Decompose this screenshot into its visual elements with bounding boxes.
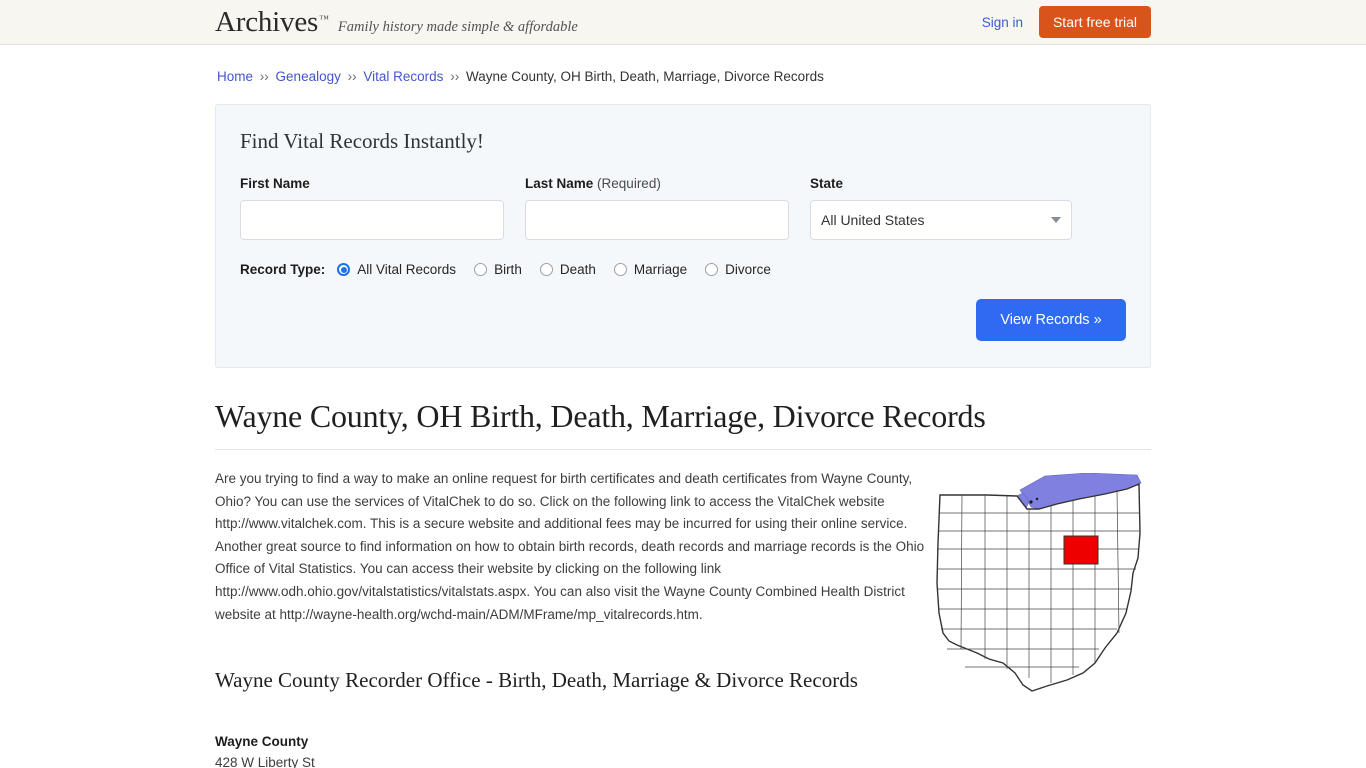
search-fields-row: First Name Last Name (Required) State Al… — [240, 176, 1126, 240]
intro-paragraph: Are you trying to find a way to make an … — [215, 471, 925, 622]
last-name-label-text: Last Name — [525, 176, 594, 191]
radio-label-all-vital-records: All Vital Records — [357, 262, 457, 277]
breadcrumb-separator: ›› — [347, 69, 357, 84]
header-actions: Sign in Start free trial — [982, 6, 1151, 38]
breadcrumb-separator: ›› — [259, 69, 269, 84]
radio-all-vital-records[interactable]: All Vital Records — [337, 262, 456, 277]
sign-in-link[interactable]: Sign in — [982, 15, 1023, 30]
radio-marriage[interactable]: Marriage — [613, 262, 688, 277]
radio-icon-all-vital-records — [337, 263, 351, 276]
radio-icon-divorce — [705, 263, 719, 276]
last-name-input[interactable] — [525, 200, 789, 240]
address-county-name: Wayne County — [215, 734, 309, 750]
brand-tagline: Family history made simple & affordable — [337, 18, 578, 35]
first-name-label: First Name — [240, 176, 310, 191]
lake-island — [1029, 500, 1033, 504]
content-area: Are you trying to find a way to make an … — [215, 468, 1151, 692]
state-select-value: All United States — [821, 212, 925, 228]
state-label: State — [810, 176, 844, 191]
site-logo[interactable]: Archives ™ Family history made simple & a… — [215, 5, 578, 38]
ohio-county-map — [936, 473, 1142, 692]
radio-label-death: Death — [559, 262, 596, 277]
radio-icon-marriage — [613, 263, 627, 276]
vital-records-search-panel: Find Vital Records Instantly! First Name… — [215, 104, 1151, 368]
breadcrumb-item-genealogy[interactable]: Genealogy — [276, 69, 341, 84]
record-type-label: Record Type: — [240, 262, 326, 277]
start-free-trial-button[interactable]: Start free trial — [1038, 6, 1151, 38]
breadcrumb: Home ›› Genealogy ›› Vital Records ›› Wa… — [215, 63, 1151, 84]
recorder-office-address: Wayne County 428 W Liberty St Wooster, O… — [215, 731, 1151, 768]
radio-birth[interactable]: Birth — [474, 262, 522, 277]
breadcrumb-separator: ›› — [450, 69, 460, 84]
breadcrumb-item-vital-records[interactable]: Vital Records — [363, 69, 443, 84]
page-title: Wayne County, OH Birth, Death, Marriage,… — [215, 398, 986, 434]
site-header: Archives ™ Family history made simple & a… — [0, 0, 1366, 45]
record-type-row: Record Type: All Vital Records Birth Dea… — [240, 262, 1126, 277]
submit-row: View Records » — [240, 299, 1126, 341]
radio-label-marriage: Marriage — [633, 262, 688, 277]
lake-island — [1035, 497, 1039, 501]
state-select[interactable]: All United States — [810, 200, 1072, 240]
trademark-icon: ™ — [319, 13, 329, 25]
state-field-group: State All United States — [810, 176, 1072, 240]
first-name-field-group: First Name — [240, 176, 504, 240]
last-name-field-group: Last Name (Required) — [525, 176, 789, 240]
radio-label-divorce: Divorce — [725, 262, 771, 277]
title-divider — [215, 449, 1151, 450]
breadcrumb-item-current: Wayne County, OH Birth, Death, Marriage,… — [465, 69, 824, 84]
brand-name: Archives — [215, 5, 319, 38]
last-name-label: Last Name (Required) — [525, 176, 789, 191]
radio-death[interactable]: Death — [539, 262, 596, 277]
first-name-input[interactable] — [240, 200, 504, 240]
radio-label-birth: Birth — [494, 262, 522, 277]
breadcrumb-item-home[interactable]: Home — [217, 69, 253, 84]
page-container: Home ›› Genealogy ›› Vital Records ›› Wa… — [215, 45, 1151, 768]
radio-icon-birth — [474, 263, 488, 276]
header-inner: Archives ™ Family history made simple & a… — [215, 0, 1151, 44]
wayne-county-highlight — [1063, 535, 1099, 565]
ohio-state-outline — [936, 482, 1141, 692]
address-street: 428 W Liberty St — [215, 755, 315, 768]
last-name-required-note: (Required) — [597, 176, 661, 191]
search-panel-title: Find Vital Records Instantly! — [240, 129, 484, 153]
radio-icon-death — [539, 263, 553, 276]
view-records-button[interactable]: View Records » — [976, 299, 1126, 341]
state-select-wrapper: All United States — [810, 200, 1072, 240]
radio-divorce[interactable]: Divorce — [705, 262, 771, 277]
